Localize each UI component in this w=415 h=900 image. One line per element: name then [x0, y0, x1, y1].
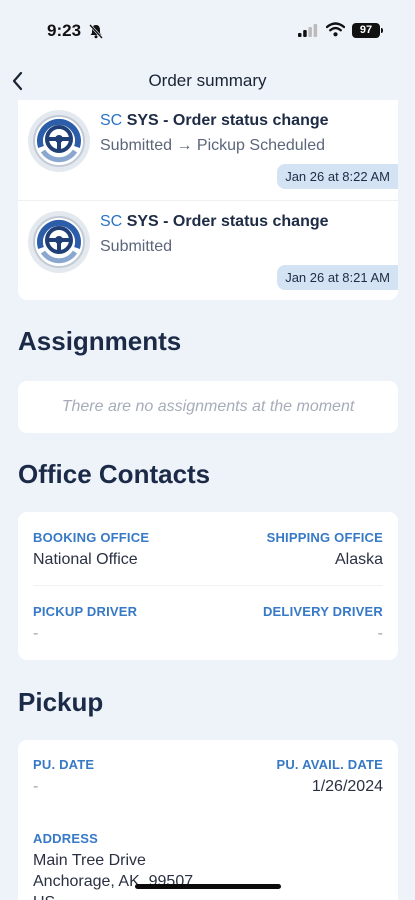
pu-avail-date-label: PU. AVAIL. DATE [276, 757, 383, 772]
booking-office-label: BOOKING OFFICE [33, 530, 150, 545]
battery-icon: 97 [352, 23, 380, 38]
cellular-signal-icon [298, 24, 318, 37]
page-title: Order summary [148, 71, 267, 90]
divider [33, 585, 383, 586]
history-item[interactable]: SC SYS - Order status change Submitted J… [18, 200, 398, 300]
assignments-card: There are no assignments at the moment [18, 381, 398, 433]
assignments-heading: Assignments [18, 326, 182, 356]
nav-bar: Order summary [0, 62, 415, 100]
timestamp-badge: Jan 26 at 8:21 AM [277, 265, 398, 290]
delivery-driver-value: - [377, 625, 383, 642]
history-title-text: SYS - Order status change [126, 213, 329, 230]
address-line-3: US [33, 894, 55, 900]
battery-nub [381, 28, 383, 33]
history-title-text: SYS - Order status change [126, 112, 329, 129]
pickup-driver-value: - [33, 625, 39, 642]
booking-office-value: National Office [33, 551, 138, 568]
office-contacts-card: BOOKING OFFICE National Office SHIPPING … [18, 512, 398, 660]
pu-date-label: PU. DATE [33, 757, 95, 772]
assignments-empty-text: There are no assignments at the moment [61, 398, 355, 415]
pu-date-value: - [33, 778, 39, 795]
pickup-driver-label: PICKUP DRIVER [33, 604, 138, 619]
battery-level: 97 [359, 24, 373, 36]
history-prefix: SC [100, 112, 123, 129]
order-history-card: SC SYS - Order status change Submitted →… [18, 100, 398, 300]
history-prefix: SC [100, 213, 123, 230]
delivery-driver-label: DELIVERY DRIVER [262, 604, 383, 619]
steering-wheel-logo-icon [28, 110, 90, 172]
bell-muted-icon [89, 24, 103, 39]
shipping-office-value: Alaska [334, 551, 383, 568]
address-label: ADDRESS [33, 831, 98, 846]
address-line-1: Main Tree Drive [33, 852, 146, 869]
timestamp-badge: Jan 26 at 8:22 AM [277, 164, 398, 189]
wifi-icon [326, 22, 345, 37]
history-item[interactable]: SC SYS - Order status change Submitted →… [18, 100, 398, 200]
steering-wheel-logo-icon [28, 211, 90, 273]
pickup-heading: Pickup [18, 687, 104, 717]
history-title: SC SYS - Order status change [100, 213, 329, 231]
pu-avail-date-value: 1/26/2024 [311, 778, 383, 795]
status-time: 9:23 [47, 21, 82, 40]
history-description: Submitted [100, 238, 173, 255]
pickup-card: PU. DATE - PU. AVAIL. DATE 1/26/2024 ADD… [18, 740, 398, 900]
history-title: SC SYS - Order status change [100, 112, 329, 130]
history-description: Submitted → Pickup Scheduled [100, 137, 326, 154]
shipping-office-label: SHIPPING OFFICE [266, 530, 383, 545]
status-bar: 9:23 97 [0, 0, 415, 62]
home-indicator [135, 884, 281, 889]
office-contacts-heading: Office Contacts [18, 459, 211, 489]
